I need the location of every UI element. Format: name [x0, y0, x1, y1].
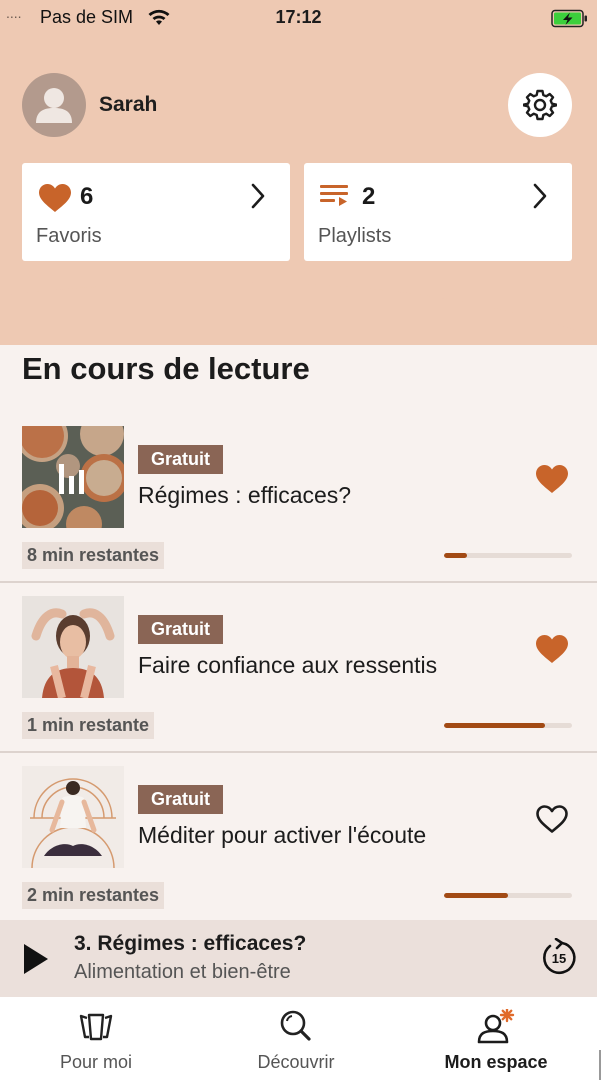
person-icon: [36, 88, 72, 123]
now-playing-subtitle: Alimentation et bien-être: [74, 961, 291, 983]
divider: [0, 751, 597, 753]
header-wave: [0, 270, 597, 338]
settings-button[interactable]: [508, 73, 572, 137]
tab-pour-moi[interactable]: Pour moi: [0, 997, 196, 1078]
list-item[interactable]: Gratuit Méditer pour activer l'écoute 2 …: [0, 766, 597, 936]
thumbnail-peaches: [22, 426, 124, 528]
gear-icon: [523, 89, 557, 121]
item-title: Faire confiance aux ressentis: [138, 652, 438, 678]
app-screen: .... Pas de SIM 17:12 Sarah 6 Favoris 2 …: [0, 0, 597, 1078]
favorites-card[interactable]: 6 Favoris: [22, 163, 290, 261]
item-title: Méditer pour activer l'écoute: [138, 822, 427, 848]
tab-bar: Pour moi Découvrir Mon espace: [0, 997, 597, 1078]
price-badge: Gratuit: [138, 445, 224, 474]
edge-line: [599, 1050, 601, 1080]
price-badge: Gratuit: [138, 785, 224, 814]
replay-seconds: 15: [552, 951, 566, 966]
replay-15-icon[interactable]: 15: [540, 938, 578, 976]
profile-icon: [477, 1009, 515, 1044]
heart-icon: [39, 184, 71, 212]
remaining-time: 2 min restantes: [22, 882, 165, 909]
play-icon[interactable]: [22, 942, 50, 976]
playlists-count: 2: [362, 183, 376, 210]
tab-label: Pour moi: [59, 1052, 133, 1072]
price-badge: Gratuit: [138, 615, 224, 644]
mini-player[interactable]: 3. Régimes : efficaces? Alimentation et …: [0, 920, 597, 997]
playlists-card[interactable]: 2 Playlists: [304, 163, 572, 261]
item-title: Régimes : efficaces?: [138, 482, 352, 508]
playlist-icon: [320, 185, 348, 206]
progress-fill: [444, 723, 546, 728]
user-name: Sarah: [99, 93, 158, 116]
remaining-time: 1 min restante: [22, 712, 155, 739]
tab-decouvrir[interactable]: Découvrir: [196, 997, 396, 1078]
chevron-right-icon: [533, 183, 547, 209]
favorites-label: Favoris: [36, 225, 102, 247]
progress-fill: [444, 553, 468, 558]
thumbnail-woman: [22, 596, 124, 698]
tab-label: Découvrir: [257, 1052, 335, 1072]
tab-label: Mon espace: [444, 1052, 548, 1072]
progress-bar: [444, 553, 572, 558]
progress-fill: [444, 893, 508, 898]
heart-outline-icon[interactable]: [535, 804, 569, 834]
favorites-count: 6: [80, 183, 94, 210]
avatar[interactable]: [22, 73, 86, 137]
progress-bar: [444, 893, 572, 898]
status-bar: .... Pas de SIM 17:12: [0, 0, 597, 36]
cards-icon: [79, 1013, 113, 1041]
list-item[interactable]: Gratuit Faire confiance aux ressentis 1 …: [0, 596, 597, 766]
notification-star: [499, 1009, 515, 1023]
heart-filled-icon[interactable]: [535, 634, 569, 664]
clock: 17:12: [275, 7, 322, 27]
remaining-time: 8 min restantes: [22, 542, 165, 569]
playlists-label: Playlists: [318, 225, 392, 247]
tab-mon-espace[interactable]: Mon espace: [396, 997, 596, 1078]
list-item[interactable]: Gratuit Régimes : efficaces? 8 min resta…: [0, 426, 597, 596]
thumbnail-meditation: [22, 766, 124, 868]
battery-charging-icon: [551, 9, 587, 28]
divider: [0, 581, 597, 583]
now-playing-title: 3. Régimes : efficaces?: [74, 932, 307, 955]
heart-filled-icon[interactable]: [535, 464, 569, 494]
progress-bar: [444, 723, 572, 728]
chevron-right-icon: [251, 183, 265, 209]
search-icon: [280, 1010, 311, 1041]
section-title: En cours de lecture: [22, 351, 310, 386]
